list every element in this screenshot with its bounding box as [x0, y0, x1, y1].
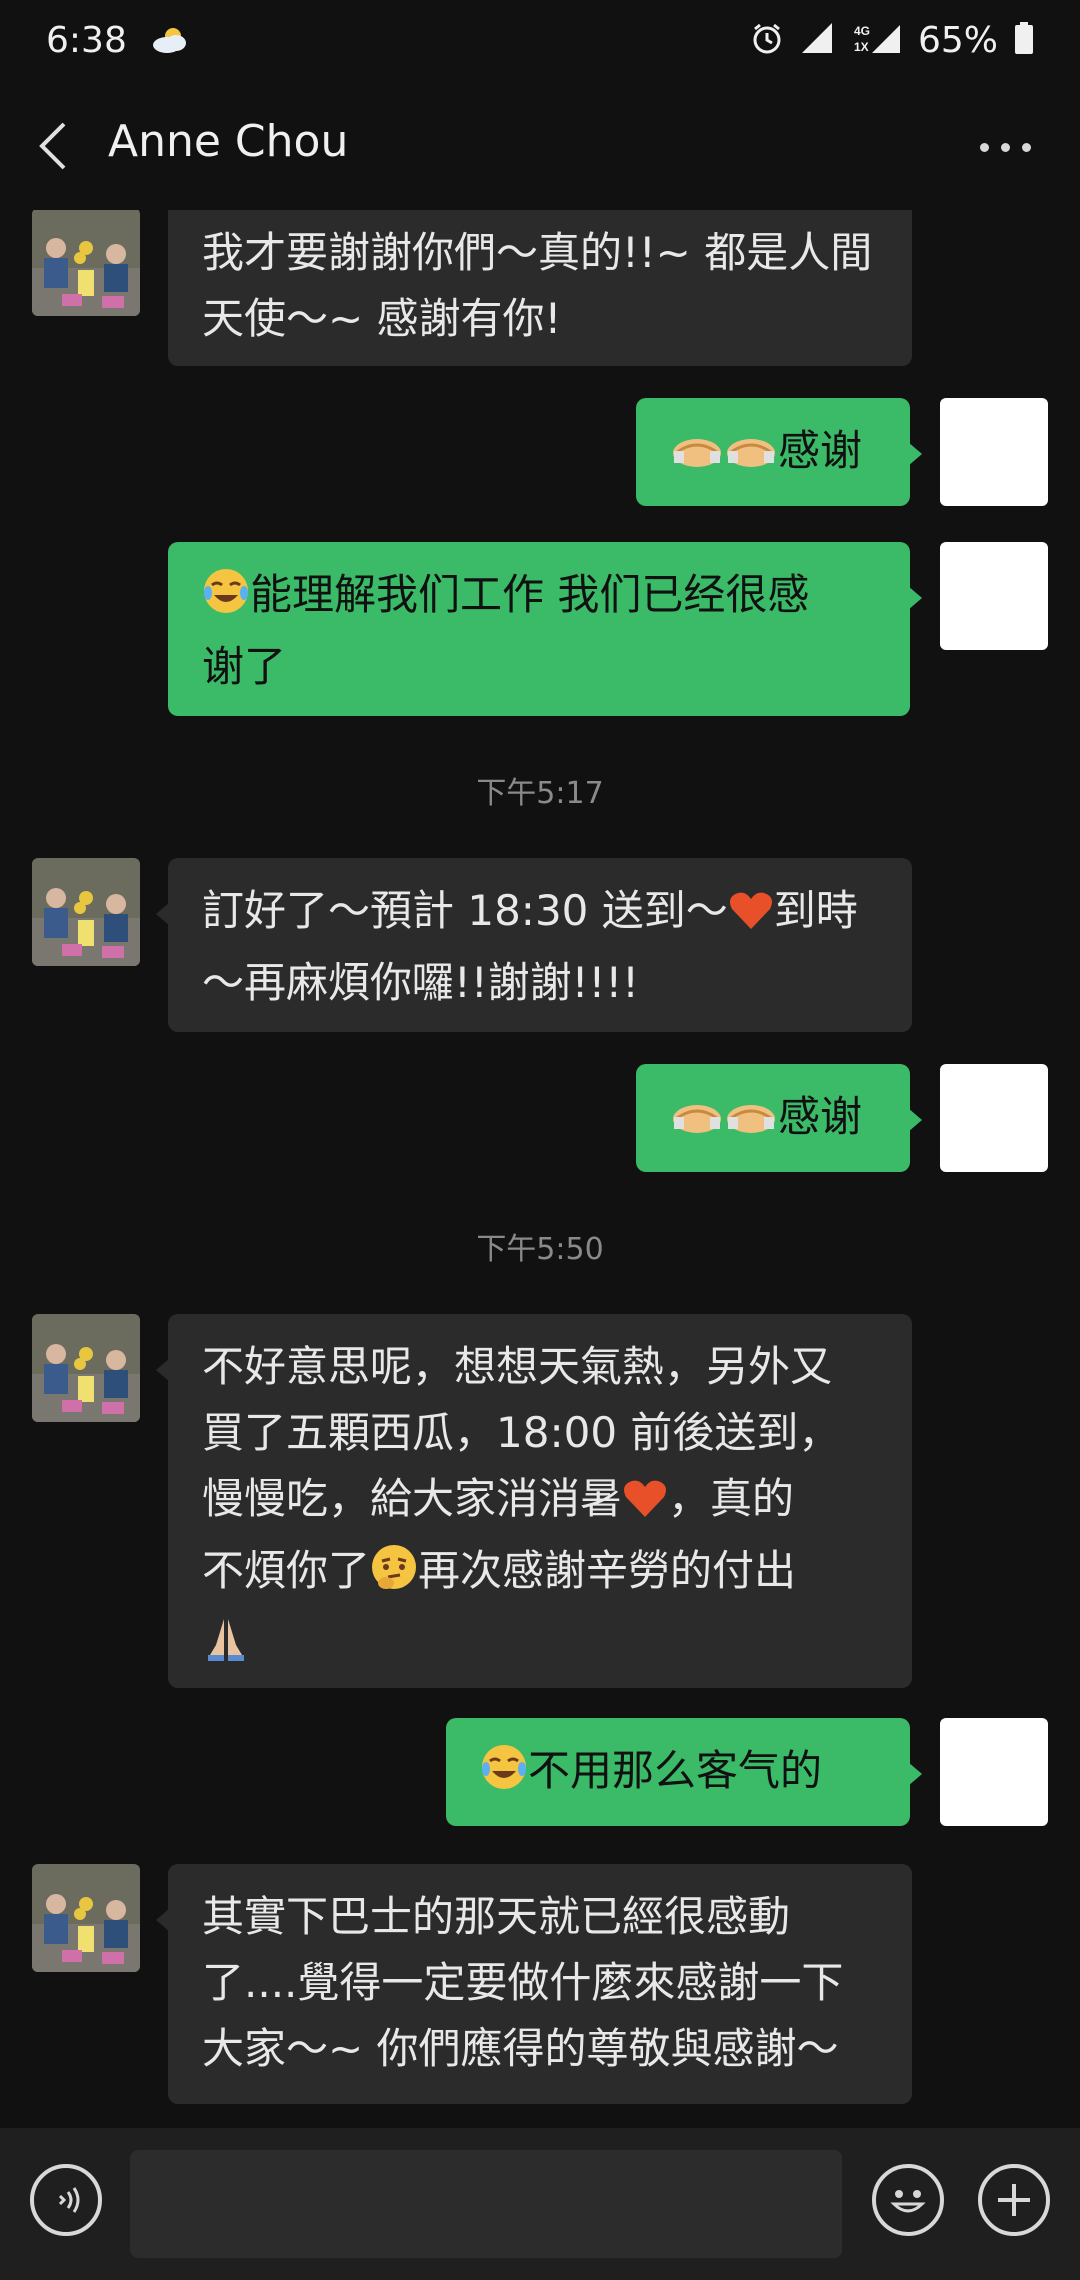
- chat-header: Anne Chou: [0, 80, 1080, 210]
- status-bar: 6:38 4G 1X 65%: [0, 0, 1080, 80]
- heart-emoji-icon: [728, 884, 774, 950]
- message-bubble-incoming[interactable]: 其實下巴士的那天就已經很感動 了....覺得一定要做什麼來感謝一下 大家～~ 你…: [156, 1864, 912, 2104]
- message-text: ，真的: [668, 1474, 795, 1523]
- battery-icon: [1014, 21, 1034, 59]
- message-text: 能理解我们工作 我们已经很感: [250, 570, 810, 619]
- message-text: 再次感謝辛勞的付出: [418, 1546, 797, 1595]
- message-text: 不煩你了: [202, 1546, 371, 1595]
- input-bar: [0, 2128, 1080, 2280]
- laughing-tears-emoji-icon: [480, 1743, 528, 1810]
- praying-hands-emoji-icon: [202, 1615, 250, 1682]
- message-text: 訂好了～預計 18:30 送到～: [202, 886, 728, 935]
- message-text: 大家～~ 你們應得的尊敬與感謝～: [202, 2024, 839, 2073]
- message-bubble-incoming[interactable]: 訂好了～預計 18:30 送到～ 到時 ～再麻煩你囉!!謝謝!!!!: [156, 858, 912, 1032]
- message-text: 到時: [773, 886, 858, 935]
- partly-cloudy-icon: [149, 25, 189, 55]
- handshake-emoji-icon: [670, 1090, 724, 1156]
- message-text: ～再麻煩你囉!!謝謝!!!!: [202, 958, 640, 1007]
- timestamp: 下午5:50: [476, 1232, 604, 1267]
- message-text: 我才要謝謝你們～真的!!~ 都是人間: [202, 228, 873, 277]
- contact-avatar[interactable]: [32, 858, 140, 966]
- contact-avatar[interactable]: [32, 210, 140, 316]
- message-bubble-incoming[interactable]: 我才要謝謝你們～真的!!~ 都是人間 天使～~ 感謝有你!: [168, 210, 912, 366]
- handshake-emoji-icon: [724, 424, 778, 490]
- voice-icon[interactable]: [30, 2164, 102, 2236]
- message-text: 感谢: [778, 426, 863, 475]
- message-text: 了....覺得一定要做什麼來感謝一下: [202, 1958, 844, 2007]
- message-bubble-incoming[interactable]: 不好意思呢，想想天氣熱，另外又 買了五顆西瓜，18:00 前後送到， 慢慢吃，給…: [156, 1314, 912, 1688]
- my-avatar[interactable]: [940, 1064, 1048, 1172]
- contact-avatar[interactable]: [32, 1314, 140, 1422]
- message-text: 不好意思呢，想想天氣熱，另外又: [202, 1342, 833, 1391]
- timestamp: 下午5:17: [476, 776, 604, 811]
- plus-icon[interactable]: [978, 2164, 1050, 2236]
- svg-text:1X: 1X: [854, 40, 869, 54]
- contact-avatar[interactable]: [32, 1864, 140, 1972]
- smiley-icon[interactable]: [872, 2164, 944, 2236]
- message-text: 天使～~ 感謝有你!: [202, 294, 562, 343]
- message-bubble-outgoing[interactable]: 不用那么客气的: [446, 1718, 922, 1826]
- message-text: 買了五顆西瓜，18:00 前後送到，: [202, 1408, 841, 1457]
- message-text: 不用那么客气的: [528, 1746, 823, 1795]
- message-list[interactable]: 我才要謝謝你們～真的!!~ 都是人間 天使～~ 感謝有你! 感谢 能理解我们工作…: [0, 210, 1080, 2128]
- my-avatar[interactable]: [940, 542, 1048, 650]
- message-text: 谢了: [202, 642, 287, 691]
- message-text: 其實下巴士的那天就已經很感動: [202, 1892, 791, 1941]
- svg-text:4G: 4G: [854, 24, 870, 38]
- chevron-left-icon[interactable]: [34, 120, 74, 172]
- message-bubble-outgoing[interactable]: 感谢: [636, 398, 922, 506]
- message-bubble-outgoing[interactable]: 感谢: [636, 1064, 922, 1172]
- my-avatar[interactable]: [940, 398, 1048, 506]
- status-right: 4G 1X 65%: [750, 20, 1034, 61]
- heart-emoji-icon: [622, 1472, 668, 1538]
- status-time: 6:38: [46, 19, 127, 61]
- message-text: 慢慢吃，給大家消消暑: [202, 1474, 623, 1523]
- handshake-emoji-icon: [724, 1090, 778, 1156]
- my-avatar[interactable]: [940, 1718, 1048, 1826]
- battery-percent: 65%: [917, 19, 998, 61]
- alarm-icon: [750, 21, 784, 59]
- message-text: 感谢: [778, 1092, 863, 1141]
- laughing-tears-emoji-icon: [202, 567, 250, 634]
- handshake-emoji-icon: [670, 424, 724, 490]
- message-bubble-outgoing[interactable]: 能理解我们工作 我们已经很感 谢了: [168, 542, 922, 716]
- message-input[interactable]: [130, 2150, 842, 2258]
- thinking-face-emoji-icon: [370, 1543, 418, 1610]
- more-dots-icon[interactable]: [980, 132, 1040, 162]
- signal-icon: [800, 21, 834, 59]
- contact-name: Anne Chou: [108, 116, 349, 167]
- network-4g-signal-icon: 4G 1X: [850, 21, 902, 59]
